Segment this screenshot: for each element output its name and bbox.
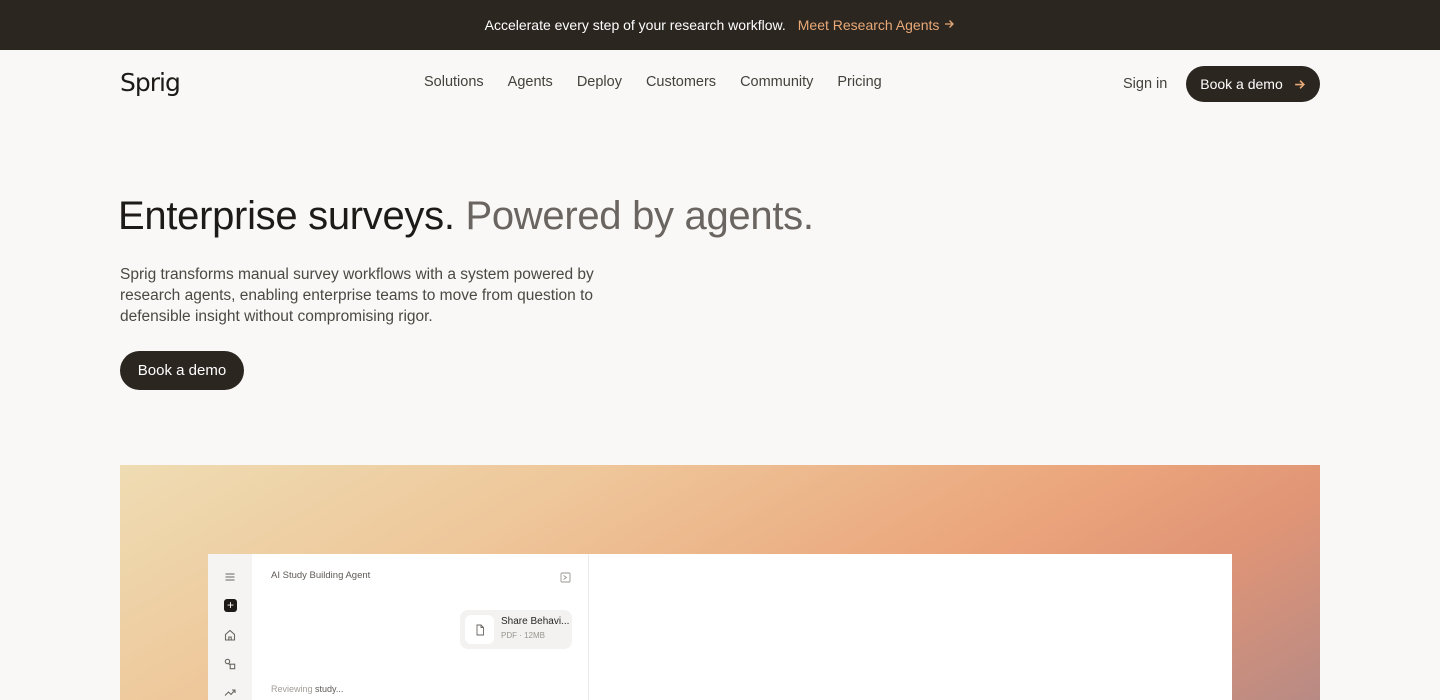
nav-item-customers[interactable]: Customers	[646, 74, 716, 90]
title-muted: Powered by agents.	[465, 194, 814, 238]
file-name: Share Behavi...	[501, 616, 570, 627]
sidebar-toggle-icon[interactable]	[560, 570, 571, 583]
announcement-link-label: Meet Research Agents	[797, 17, 940, 33]
plus-icon[interactable]: +	[224, 599, 237, 612]
nav-item-solutions[interactable]: Solutions	[424, 74, 484, 90]
shapes-icon[interactable]	[223, 657, 237, 671]
title-main: Enterprise surveys.	[118, 194, 455, 238]
file-icon	[465, 615, 494, 644]
main-menu: Solutions Agents Deploy Customers Commun…	[424, 74, 882, 90]
nav-item-community[interactable]: Community	[740, 74, 813, 90]
file-attachment-card[interactable]: Share Behavi... PDF · 12MB	[460, 610, 572, 649]
home-icon[interactable]	[223, 628, 237, 642]
arrow-right-icon	[1293, 78, 1306, 91]
page-title: Enterprise surveys. Powered by agents.	[118, 194, 814, 239]
nav-item-pricing[interactable]: Pricing	[837, 74, 881, 90]
announcement-bar: Accelerate every step of your research w…	[0, 0, 1440, 50]
nav-item-agents[interactable]: Agents	[508, 74, 553, 90]
agent-status: Reviewing study...	[271, 684, 343, 694]
book-demo-nav-button[interactable]: Book a demo	[1186, 66, 1320, 102]
sign-in-link[interactable]: Sign in	[1123, 76, 1167, 92]
menu-icon[interactable]	[223, 570, 237, 584]
app-sidebar-rail: +	[208, 554, 252, 700]
nav-item-deploy[interactable]: Deploy	[577, 74, 622, 90]
sprig-logo[interactable]: Sprig	[120, 68, 181, 97]
status-emphasis: study...	[315, 684, 344, 694]
announcement-text: Accelerate every step of your research w…	[484, 17, 786, 33]
arrow-right-icon	[943, 17, 955, 33]
product-showcase: + AI Study Building Agent Share Behavi..…	[120, 465, 1320, 700]
nav-cta-label: Book a demo	[1200, 76, 1283, 92]
panel-title: AI Study Building Agent	[271, 570, 371, 581]
trending-icon[interactable]	[223, 685, 237, 699]
file-meta: PDF · 12MB	[501, 631, 546, 640]
agent-panel: AI Study Building Agent Share Behavi... …	[252, 554, 589, 700]
status-prefix: Reviewing	[271, 684, 316, 694]
top-nav: Sprig Solutions Agents Deploy Customers …	[0, 50, 1440, 118]
book-demo-hero-button[interactable]: Book a demo	[120, 351, 244, 390]
meet-research-agents-link[interactable]: Meet Research Agents	[798, 17, 956, 33]
hero-subtitle: Sprig transforms manual survey workflows…	[120, 266, 594, 325]
app-preview-window: + AI Study Building Agent Share Behavi..…	[208, 554, 1232, 700]
